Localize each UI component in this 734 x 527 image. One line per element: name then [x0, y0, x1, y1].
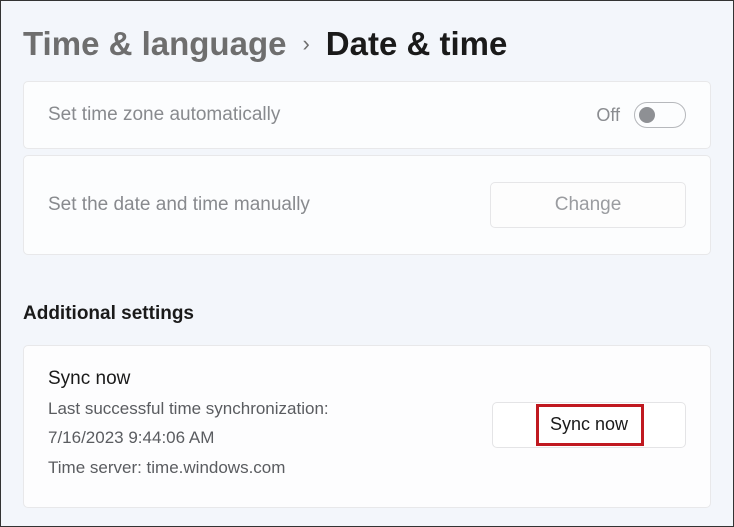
sync-last-label: Last successful time synchronization: [48, 396, 329, 422]
breadcrumb-current: Date & time [326, 25, 508, 63]
additional-settings-heading: Additional settings [23, 303, 711, 325]
timezone-toggle[interactable] [634, 102, 686, 128]
timezone-auto-label: Set time zone automatically [48, 104, 280, 126]
manual-datetime-label: Set the date and time manually [48, 194, 310, 216]
sync-last-value: 7/16/2023 9:44:06 AM [48, 425, 329, 451]
timezone-card: Set time zone automatically Off [23, 81, 711, 149]
sync-now-button[interactable]: Sync now [492, 402, 686, 448]
manual-datetime-card: Set the date and time manually Change [23, 155, 711, 255]
sync-title: Sync now [48, 368, 329, 390]
breadcrumb-parent[interactable]: Time & language [23, 25, 286, 63]
change-button[interactable]: Change [490, 182, 686, 228]
sync-server: Time server: time.windows.com [48, 455, 329, 481]
chevron-right-icon: › [302, 31, 309, 57]
timezone-toggle-state: Off [596, 105, 620, 126]
breadcrumb: Time & language › Date & time [1, 1, 733, 81]
sync-card: Sync now Last successful time synchroniz… [23, 345, 711, 508]
toggle-knob [639, 107, 655, 123]
